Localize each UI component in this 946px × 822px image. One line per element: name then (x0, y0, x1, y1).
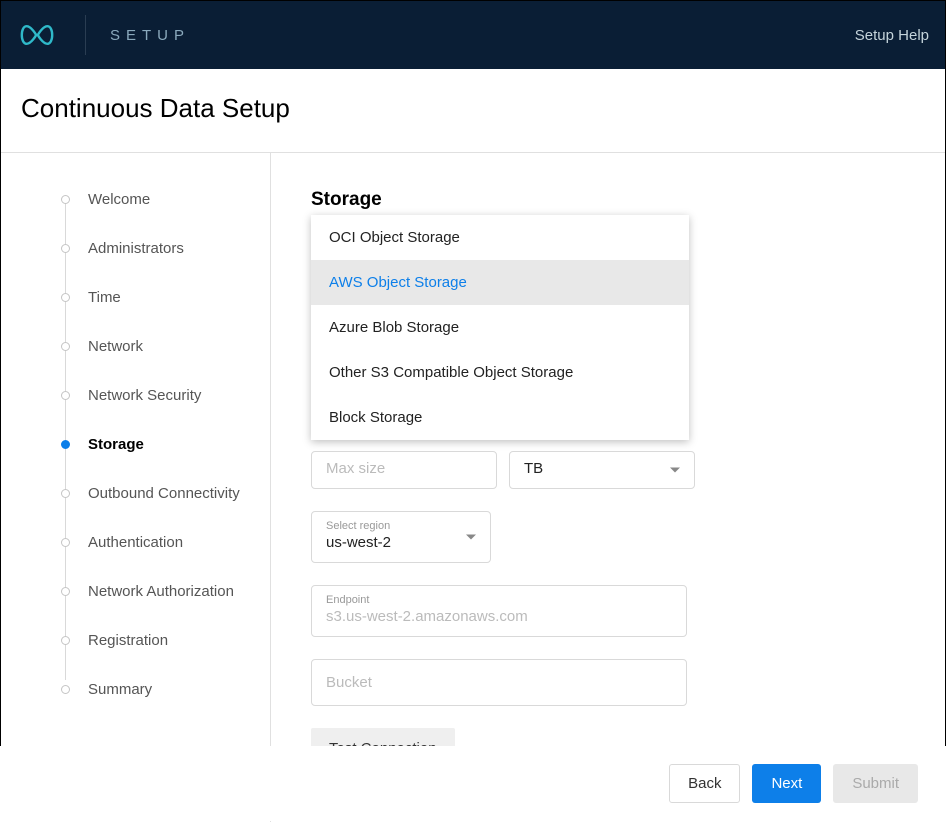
size-unit-value: TB (524, 460, 543, 477)
max-size-field[interactable] (311, 451, 497, 489)
step-dot-icon (61, 538, 70, 547)
step-time[interactable]: Time (61, 289, 270, 306)
step-dot-icon (61, 636, 70, 645)
endpoint-input[interactable] (326, 608, 672, 625)
main-panel: Storage OCI Object Storage AWS Object St… (271, 153, 945, 822)
endpoint-label: Endpoint (326, 594, 672, 606)
step-dot-icon (61, 293, 70, 302)
storage-option-block[interactable]: Block Storage (311, 395, 689, 440)
page-title: Continuous Data Setup (21, 93, 925, 124)
size-unit-select[interactable]: TB (509, 451, 695, 489)
header-left: SETUP (17, 1, 190, 69)
step-dot-icon (61, 440, 70, 449)
chevron-down-icon (466, 535, 476, 540)
step-administrators[interactable]: Administrators (61, 240, 270, 257)
step-outbound-connectivity[interactable]: Outbound Connectivity (61, 485, 270, 502)
step-label: Registration (88, 632, 168, 649)
page-title-bar: Continuous Data Setup (1, 69, 945, 153)
step-label: Authentication (88, 534, 183, 551)
step-label: Storage (88, 436, 144, 453)
step-dot-icon (61, 489, 70, 498)
storage-option-aws[interactable]: AWS Object Storage (311, 260, 689, 305)
top-header: SETUP Setup Help (1, 1, 945, 69)
step-network[interactable]: Network (61, 338, 270, 355)
chevron-down-icon (670, 468, 680, 473)
step-dot-icon (61, 391, 70, 400)
bucket-input[interactable] (326, 664, 672, 701)
step-label: Welcome (88, 191, 150, 208)
step-label: Network (88, 338, 143, 355)
sidebar: Welcome Administrators Time Network Netw… (1, 153, 271, 822)
step-label: Network Authorization (88, 583, 234, 600)
section-heading: Storage (311, 189, 905, 211)
submit-button[interactable]: Submit (833, 764, 918, 803)
next-button[interactable]: Next (752, 764, 821, 803)
step-label: Network Security (88, 387, 201, 404)
step-label: Summary (88, 681, 152, 698)
step-welcome[interactable]: Welcome (61, 191, 270, 208)
step-label: Administrators (88, 240, 184, 257)
step-summary[interactable]: Summary (61, 681, 270, 698)
step-label: Time (88, 289, 121, 306)
footer: Back Next Submit (0, 746, 946, 821)
region-label: Select region (326, 520, 476, 532)
region-value: us-west-2 (326, 534, 391, 551)
step-storage[interactable]: Storage (61, 436, 270, 453)
step-network-authorization[interactable]: Network Authorization (61, 583, 270, 600)
region-select[interactable]: Select region us-west-2 (311, 511, 491, 563)
step-dot-icon (61, 244, 70, 253)
step-dot-icon (61, 685, 70, 694)
step-dot-icon (61, 342, 70, 351)
step-network-security[interactable]: Network Security (61, 387, 270, 404)
storage-option-oci[interactable]: OCI Object Storage (311, 215, 689, 260)
steps-list: Welcome Administrators Time Network Netw… (61, 191, 270, 698)
setup-label: SETUP (110, 27, 190, 44)
logo (17, 15, 86, 55)
step-dot-icon (61, 587, 70, 596)
bucket-field[interactable] (311, 659, 687, 706)
endpoint-field[interactable]: Endpoint (311, 585, 687, 637)
storage-type-dropdown[interactable]: OCI Object Storage AWS Object Storage Az… (311, 215, 689, 440)
step-registration[interactable]: Registration (61, 632, 270, 649)
setup-help-link[interactable]: Setup Help (855, 27, 929, 44)
max-size-input[interactable] (326, 460, 482, 477)
back-button[interactable]: Back (669, 764, 740, 803)
step-label: Outbound Connectivity (88, 485, 240, 502)
step-dot-icon (61, 195, 70, 204)
storage-option-other-s3[interactable]: Other S3 Compatible Object Storage (311, 350, 689, 395)
step-authentication[interactable]: Authentication (61, 534, 270, 551)
logo-icon (17, 23, 65, 47)
storage-option-azure[interactable]: Azure Blob Storage (311, 305, 689, 350)
